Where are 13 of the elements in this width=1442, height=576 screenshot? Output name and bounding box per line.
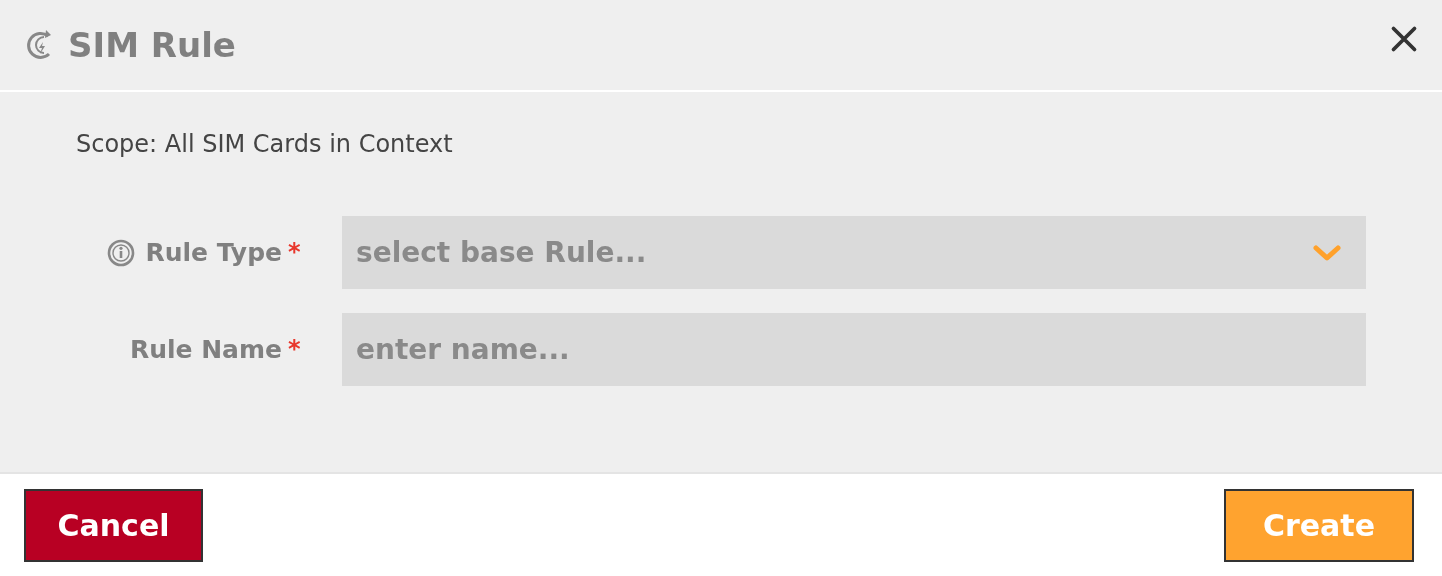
scope-text: Scope: All SIM Cards in Context — [76, 130, 454, 158]
field-label: Rule Name — [129, 335, 282, 364]
chevron-down-icon — [1312, 242, 1342, 263]
field-label: Rule Type — [145, 238, 282, 267]
rule-type-dropdown[interactable]: select base Rule... — [342, 216, 1366, 289]
dialog-title: SIM Rule — [68, 25, 237, 65]
info-icon[interactable] — [107, 238, 136, 267]
required-mark: * — [288, 238, 300, 266]
name-input-field[interactable]: enter name... — [342, 313, 1366, 386]
required-mark: * — [288, 335, 300, 363]
cancel-button[interactable]: Cancel — [24, 488, 203, 562]
close-icon[interactable] — [1390, 25, 1418, 53]
create-button[interactable]: Create — [1224, 488, 1414, 562]
